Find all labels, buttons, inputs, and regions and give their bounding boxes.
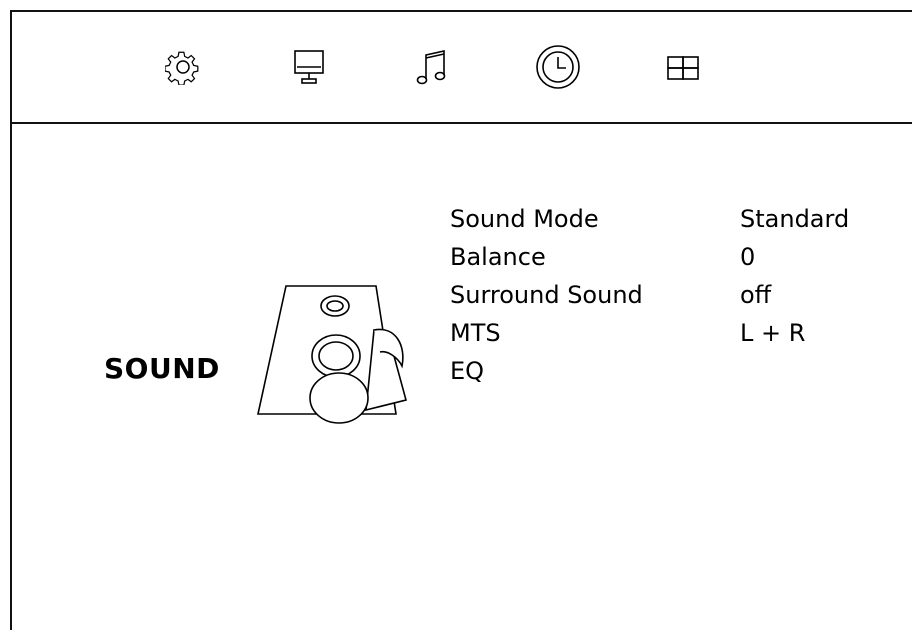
sound-menu: Sound Mode Standard Balance 0 Surround S… <box>450 200 900 390</box>
section-title: SOUND <box>104 352 220 385</box>
tab-time[interactable] <box>523 12 593 122</box>
menu-item-value: Standard <box>740 205 850 233</box>
menu-item-sound-mode[interactable]: Sound Mode Standard <box>450 200 900 238</box>
music-note-icon <box>416 50 446 85</box>
menu-item-label: EQ <box>450 357 485 385</box>
menu-item-mts[interactable]: MTS L + R <box>450 314 900 352</box>
menu-item-label: Balance <box>450 243 546 271</box>
tab-options[interactable] <box>649 12 719 122</box>
clock-icon <box>536 45 580 89</box>
menu-item-label: MTS <box>450 319 501 347</box>
menu-item-eq[interactable]: EQ <box>450 352 900 390</box>
grid-icon <box>667 56 699 80</box>
gear-icon <box>165 51 199 85</box>
tab-sound[interactable] <box>398 12 468 122</box>
menu-item-label: Sound Mode <box>450 205 599 233</box>
tab-setup[interactable] <box>148 12 218 122</box>
menu-item-value: L + R <box>740 319 806 347</box>
menu-item-value: 0 <box>740 243 756 271</box>
tab-picture[interactable] <box>274 12 344 122</box>
monitor-icon <box>294 50 324 84</box>
tab-bar <box>12 12 912 124</box>
menu-item-surround-sound[interactable]: Surround Sound off <box>450 276 900 314</box>
menu-item-value: off <box>740 281 772 309</box>
menu-item-balance[interactable]: Balance 0 <box>450 238 900 276</box>
speaker-music-icon <box>256 268 416 432</box>
menu-item-label: Surround Sound <box>450 281 643 309</box>
